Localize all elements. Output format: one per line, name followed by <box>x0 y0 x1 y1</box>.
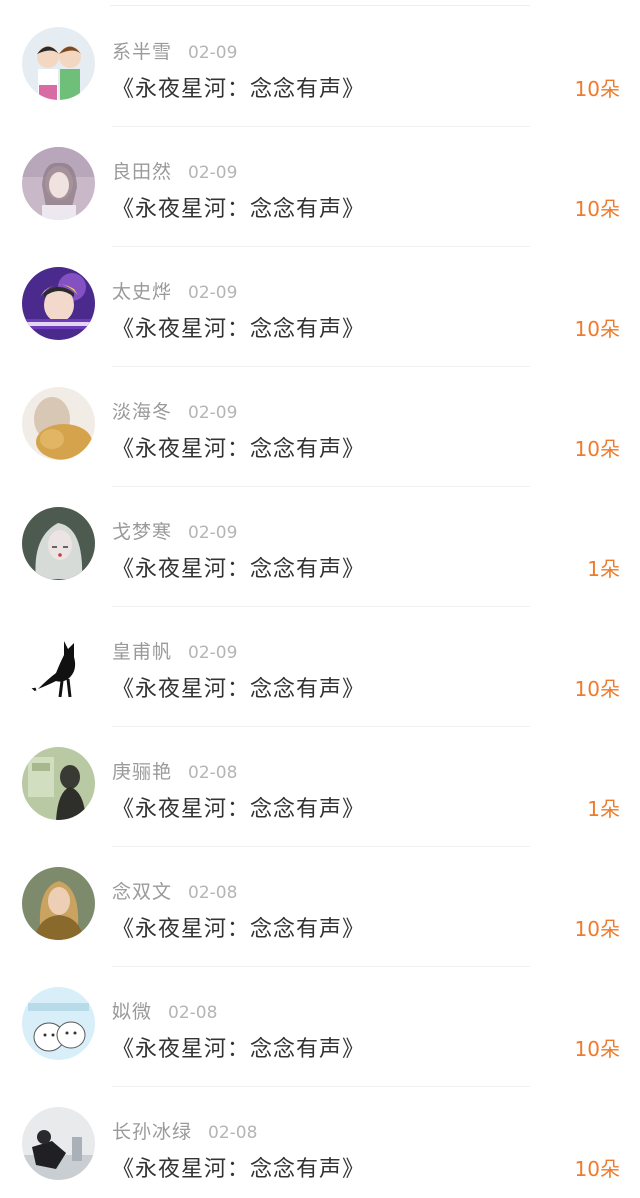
item-date: 02-09 <box>188 43 238 63</box>
gift-title: 《永夜星河：念念有声》 <box>112 197 366 222</box>
gift-title: 《永夜星河：念念有声》 <box>112 677 366 702</box>
list-item[interactable]: 淡海冬 02-09 《永夜星河：念念有声》 10朵 <box>0 367 640 487</box>
flower-count: 10朵 <box>574 1157 620 1181</box>
list-item[interactable]: 皇甫帆 02-09 《永夜星河：念念有声》 10朵 <box>0 607 640 727</box>
item-date: 02-08 <box>188 763 238 783</box>
list-item[interactable]: 长孙冰绿 02-08 《永夜星河：念念有声》 10朵 <box>0 1087 640 1198</box>
black-cat-avatar[interactable] <box>22 627 95 700</box>
list-item[interactable]: 太史烨 02-09 《永夜星河：念念有声》 10朵 <box>0 247 640 367</box>
boy-purple-avatar[interactable] <box>22 267 95 340</box>
girl-portrait-avatar[interactable] <box>22 147 95 220</box>
cartoon-bears-avatar[interactable] <box>22 987 95 1060</box>
item-meta: 念双文 02-08 <box>112 877 237 907</box>
user-name[interactable]: 姒微 <box>112 1001 152 1023</box>
item-meta: 淡海冬 02-09 <box>112 397 237 427</box>
gift-title: 《永夜星河：念念有声》 <box>112 1037 366 1062</box>
flower-count: 10朵 <box>574 1037 620 1061</box>
user-name[interactable]: 庚骊艳 <box>112 761 172 783</box>
user-name[interactable]: 淡海冬 <box>112 401 172 423</box>
list-item[interactable]: 姒微 02-08 《永夜星河：念念有声》 10朵 <box>0 967 640 1087</box>
flower-count: 10朵 <box>574 917 620 941</box>
item-meta: 良田然 02-09 <box>112 157 237 187</box>
silver-hair-girl-avatar[interactable] <box>22 507 95 580</box>
gift-title: 《永夜星河：念念有声》 <box>112 1157 366 1182</box>
item-date: 02-09 <box>188 163 238 183</box>
item-date: 02-08 <box>188 883 238 903</box>
item-meta: 太史烨 02-09 <box>112 277 237 307</box>
flower-count: 10朵 <box>574 437 620 461</box>
item-date: 02-09 <box>188 283 238 303</box>
gift-title: 《永夜星河：念念有声》 <box>112 557 366 582</box>
item-meta: 庚骊艳 02-08 <box>112 757 237 787</box>
user-name[interactable]: 戈梦寒 <box>112 521 172 543</box>
list-item[interactable]: 庚骊艳 02-08 《永夜星河：念念有声》 1朵 <box>0 727 640 847</box>
girl-window-avatar[interactable] <box>22 747 95 820</box>
user-name[interactable]: 系半雪 <box>112 41 172 63</box>
flower-count: 1朵 <box>587 557 620 581</box>
list-item[interactable]: 念双文 02-08 《永夜星河：念念有声》 10朵 <box>0 847 640 967</box>
item-date: 02-09 <box>188 403 238 423</box>
user-name[interactable]: 皇甫帆 <box>112 641 172 663</box>
item-date: 02-09 <box>188 643 238 663</box>
gift-title: 《永夜星河：念念有声》 <box>112 77 366 102</box>
item-meta: 长孙冰绿 02-08 <box>112 1117 257 1147</box>
item-meta: 系半雪 02-09 <box>112 37 237 67</box>
sitting-person-avatar[interactable] <box>22 1107 95 1180</box>
divider <box>110 5 530 6</box>
flower-count: 10朵 <box>574 77 620 101</box>
item-date: 02-09 <box>188 523 238 543</box>
item-meta: 姒微 02-08 <box>112 997 217 1027</box>
cartoon-boys-avatar[interactable] <box>22 27 95 100</box>
teddy-bear-avatar[interactable] <box>22 387 95 460</box>
blonde-woman-avatar[interactable] <box>22 867 95 940</box>
gift-list: 系半雪 02-09 《永夜星河：念念有声》 10朵 良田然 02-09 《永夜星河：… <box>0 0 640 1198</box>
flower-count: 1朵 <box>587 797 620 821</box>
list-item[interactable]: 良田然 02-09 《永夜星河：念念有声》 10朵 <box>0 127 640 247</box>
gift-title: 《永夜星河：念念有声》 <box>112 917 366 942</box>
user-name[interactable]: 念双文 <box>112 881 172 903</box>
flower-count: 10朵 <box>574 197 620 221</box>
item-meta: 戈梦寒 02-09 <box>112 517 237 547</box>
flower-count: 10朵 <box>574 677 620 701</box>
list-item[interactable]: 戈梦寒 02-09 《永夜星河：念念有声》 1朵 <box>0 487 640 607</box>
flower-count: 10朵 <box>574 317 620 341</box>
item-meta: 皇甫帆 02-09 <box>112 637 237 667</box>
gift-title: 《永夜星河：念念有声》 <box>112 797 366 822</box>
item-date: 02-08 <box>208 1123 258 1143</box>
user-name[interactable]: 良田然 <box>112 161 172 183</box>
gift-title: 《永夜星河：念念有声》 <box>112 317 366 342</box>
item-date: 02-08 <box>168 1003 218 1023</box>
list-item[interactable]: 系半雪 02-09 《永夜星河：念念有声》 10朵 <box>0 7 640 127</box>
user-name[interactable]: 长孙冰绿 <box>112 1121 192 1143</box>
user-name[interactable]: 太史烨 <box>112 281 172 303</box>
gift-title: 《永夜星河：念念有声》 <box>112 437 366 462</box>
